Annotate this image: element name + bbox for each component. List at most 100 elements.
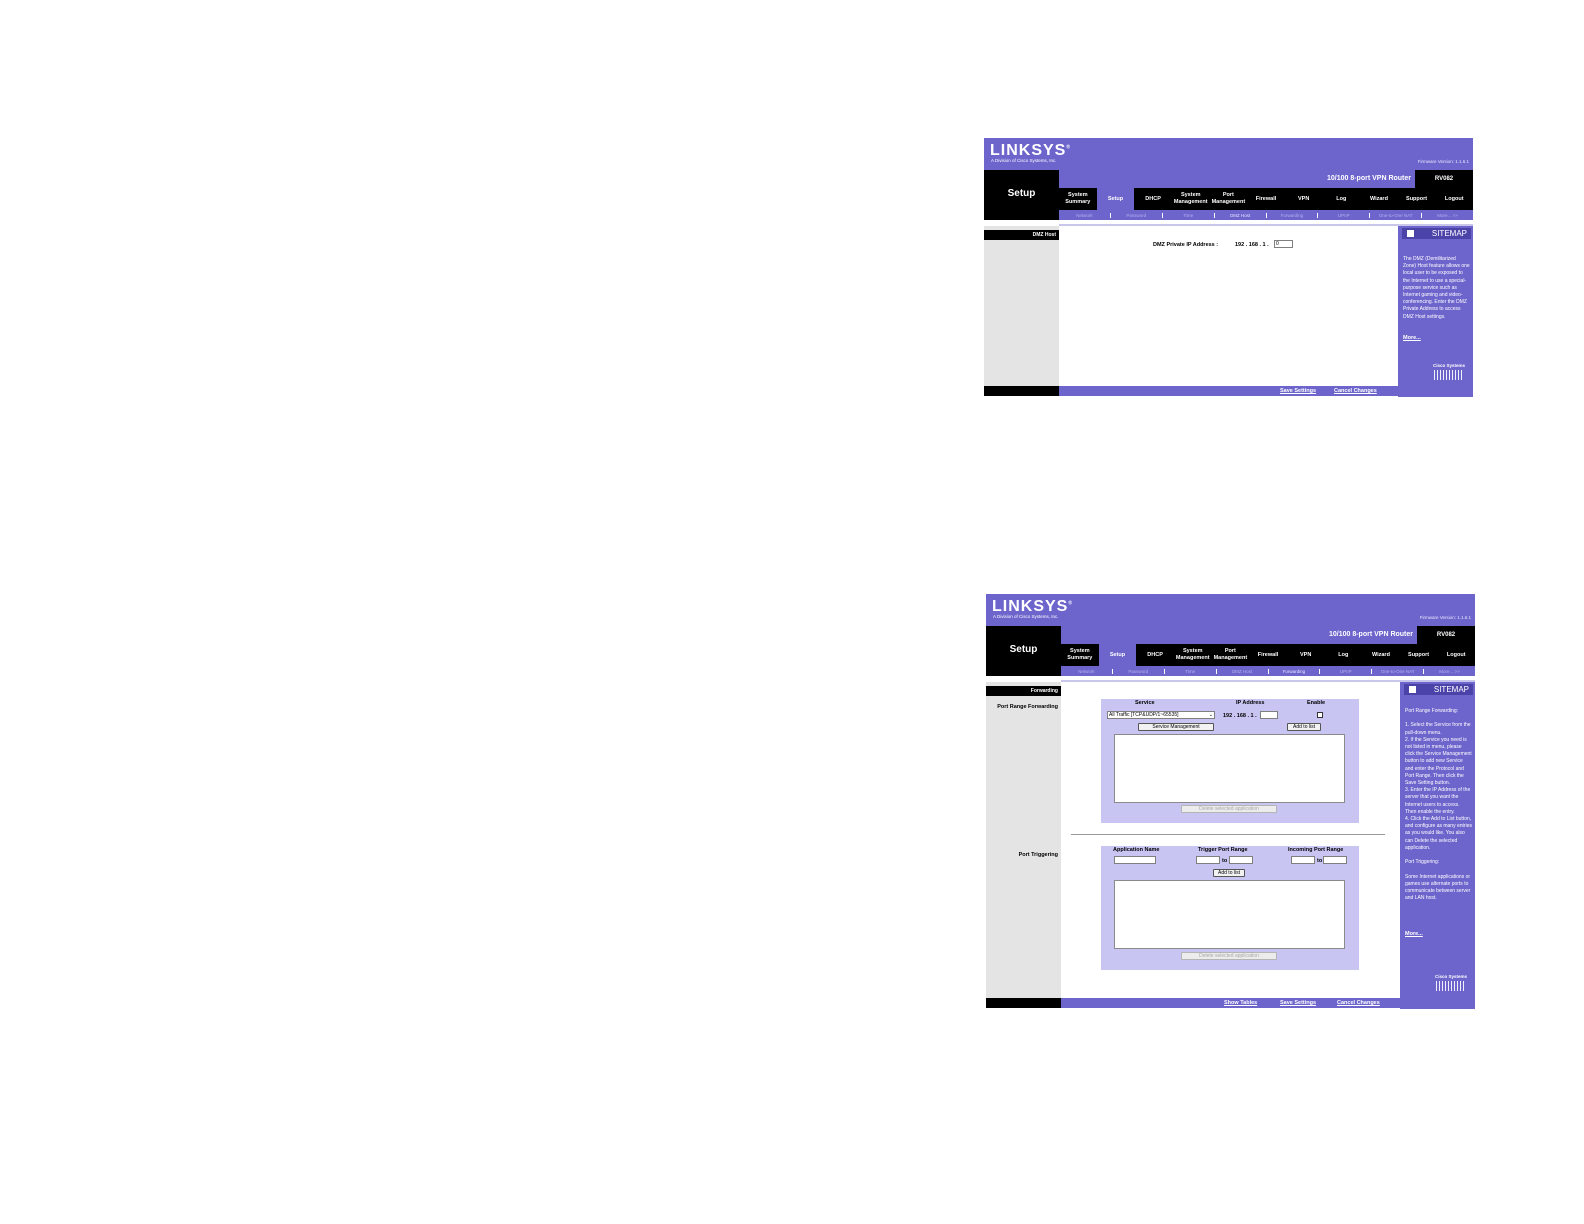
trigger-port-start-field[interactable]	[1196, 856, 1220, 864]
sitemap-help-text: The DMZ (Demilitarized Zone) Host featur…	[1403, 256, 1470, 320]
trigger-to-label: to	[1222, 858, 1228, 864]
port-range-panel: Service IP Address Enable All Traffic [T…	[1101, 699, 1359, 823]
header-banner: LINKSYS® A Division of Cisco Systems, In…	[984, 138, 1473, 170]
tab-log[interactable]: Log	[1324, 644, 1362, 666]
delete-selected-application-button[interactable]: Delete selected application	[1181, 952, 1277, 960]
tab-setup[interactable]: Setup	[1098, 644, 1137, 666]
section-title: Setup	[1007, 188, 1036, 199]
tab-setup[interactable]: Setup	[1096, 188, 1135, 210]
product-name: 10/100 8-port VPN Router	[1326, 175, 1411, 182]
trigger-port-end-field[interactable]	[1229, 856, 1253, 864]
cisco-name: Cisco Systems	[1434, 974, 1468, 979]
subtab-dmz-host[interactable]: DMZ Host	[1215, 212, 1267, 218]
tab-dhcp[interactable]: DHCP	[1134, 188, 1172, 210]
subtab-network[interactable]: Network	[1059, 212, 1111, 218]
section-block: Setup	[984, 170, 1059, 220]
subtab-password[interactable]: Password	[1113, 668, 1165, 674]
firmware-version: Firmware Version: 1.1.6.1	[1417, 159, 1469, 164]
tab-logout[interactable]: Logout	[1437, 644, 1475, 666]
sitemap-header: SITEMAP	[1402, 228, 1471, 239]
subtab-upnp[interactable]: UPnP	[1320, 668, 1373, 674]
subtab-upnp[interactable]: UPnP	[1318, 212, 1371, 218]
cisco-logo: Cisco Systems	[1433, 974, 1469, 994]
subtab-network[interactable]: Network	[1061, 668, 1113, 674]
section-divider	[1071, 834, 1385, 835]
tab-wizard[interactable]: Wizard	[1360, 188, 1398, 210]
ip-address-field[interactable]	[1260, 711, 1278, 719]
application-name-field[interactable]	[1114, 856, 1156, 864]
footer-bar: Save Settings Cancel Changes	[984, 386, 1398, 396]
footer-left-block	[986, 998, 1061, 1008]
subtab-more[interactable]: More... >>	[1424, 669, 1475, 674]
trigger-list[interactable]	[1114, 880, 1345, 949]
subtab-dmz-host[interactable]: DMZ Host	[1217, 668, 1269, 674]
subtab-one-to-one-nat[interactable]: One-to-One NAT	[1370, 212, 1423, 218]
add-to-list-button[interactable]: Add to list	[1213, 869, 1245, 877]
tab-system-management[interactable]: System Management	[1174, 644, 1212, 666]
tab-port-management[interactable]: Port Management	[1210, 188, 1248, 210]
sitemap-more-link[interactable]: More...	[1403, 335, 1421, 341]
model-name: RV082	[1415, 170, 1473, 188]
column-application-name: Application Name	[1113, 847, 1160, 853]
sitemap-header: SITEMAP	[1404, 684, 1473, 695]
column-ip-address: IP Address	[1236, 700, 1265, 706]
enable-checkbox[interactable]	[1317, 712, 1323, 718]
delete-selected-application-button[interactable]: Delete selected application	[1181, 805, 1277, 813]
subtab-password[interactable]: Password	[1111, 212, 1163, 218]
tab-system-summary[interactable]: System Summary	[1059, 188, 1097, 210]
model-name: RV082	[1417, 626, 1475, 644]
cisco-bridge-icon	[1434, 370, 1464, 380]
cancel-changes-button[interactable]: Cancel Changes	[1334, 388, 1377, 394]
footer-left-block	[984, 386, 1059, 396]
cisco-name: Cisco Systems	[1432, 363, 1466, 368]
incoming-to-label: to	[1317, 858, 1323, 864]
tab-dhcp[interactable]: DHCP	[1136, 644, 1174, 666]
subtab-time[interactable]: Time	[1163, 212, 1215, 218]
tab-wizard[interactable]: Wizard	[1362, 644, 1400, 666]
tab-vpn[interactable]: VPN	[1287, 644, 1325, 666]
add-to-list-button[interactable]: Add to list	[1287, 723, 1321, 731]
cancel-changes-button[interactable]: Cancel Changes	[1337, 1000, 1380, 1006]
tab-vpn[interactable]: VPN	[1285, 188, 1323, 210]
dmz-ip-label: DMZ Private IP Address :	[1153, 242, 1219, 248]
tab-system-management[interactable]: System Management	[1172, 188, 1210, 210]
product-name: 10/100 8-port VPN Router	[1328, 631, 1413, 638]
logo-subtitle: A Division of Cisco Systems, Inc.	[993, 614, 1059, 619]
section-block: Setup	[986, 626, 1061, 676]
save-settings-button[interactable]: Save Settings	[1280, 388, 1316, 394]
forwarding-list[interactable]	[1114, 734, 1345, 803]
tab-port-management[interactable]: Port Management	[1212, 644, 1250, 666]
subtab-more[interactable]: More... >>	[1422, 213, 1473, 218]
incoming-port-start-field[interactable]	[1291, 856, 1315, 864]
service-select[interactable]: All Traffic [TCP&UDP/1~65535] ⌄	[1107, 711, 1215, 719]
tab-firewall[interactable]: Firewall	[1249, 644, 1287, 666]
tab-logout[interactable]: Logout	[1435, 188, 1473, 210]
tab-firewall[interactable]: Firewall	[1247, 188, 1285, 210]
sitemap-icon	[1409, 686, 1416, 693]
content-area: Service IP Address Enable All Traffic [T…	[1061, 682, 1400, 998]
footer-bar: Show Tables Save Settings Cancel Changes	[986, 998, 1400, 1008]
subtab-forwarding[interactable]: Forwarding	[1269, 668, 1321, 674]
service-select-value: All Traffic [TCP&UDP/1~65535]	[1109, 712, 1179, 718]
subtab-one-to-one-nat[interactable]: One-to-One NAT	[1372, 668, 1425, 674]
subtab-time[interactable]: Time	[1165, 668, 1217, 674]
dmz-ip-field[interactable]: 0	[1274, 240, 1293, 248]
tab-log[interactable]: Log	[1322, 188, 1360, 210]
port-triggering-label: Port Triggering	[1018, 852, 1058, 858]
ip-prefix: 192 . 168 . 1 .	[1223, 713, 1257, 719]
sitemap-title: SITEMAP	[1433, 685, 1469, 694]
sitemap-title: SITEMAP	[1431, 229, 1467, 238]
sitemap-more-link[interactable]: More...	[1405, 931, 1423, 937]
tab-support[interactable]: Support	[1398, 188, 1436, 210]
show-tables-button[interactable]: Show Tables	[1224, 1000, 1257, 1006]
save-settings-button[interactable]: Save Settings	[1280, 1000, 1316, 1006]
tab-support[interactable]: Support	[1400, 644, 1438, 666]
tab-system-summary[interactable]: System Summary	[1061, 644, 1099, 666]
sub-tabs: Network Password Time DMZ Host Forwardin…	[1061, 666, 1475, 676]
main-tabs: System Summary Setup DHCP System Managem…	[1059, 188, 1473, 210]
service-management-button[interactable]: Service Management	[1138, 723, 1214, 731]
main-tabs: System Summary Setup DHCP System Managem…	[1061, 644, 1475, 666]
subtab-forwarding[interactable]: Forwarding	[1267, 212, 1319, 218]
sub-tabs: Network Password Time DMZ Host Forwardin…	[1059, 210, 1473, 220]
incoming-port-end-field[interactable]	[1323, 856, 1347, 864]
